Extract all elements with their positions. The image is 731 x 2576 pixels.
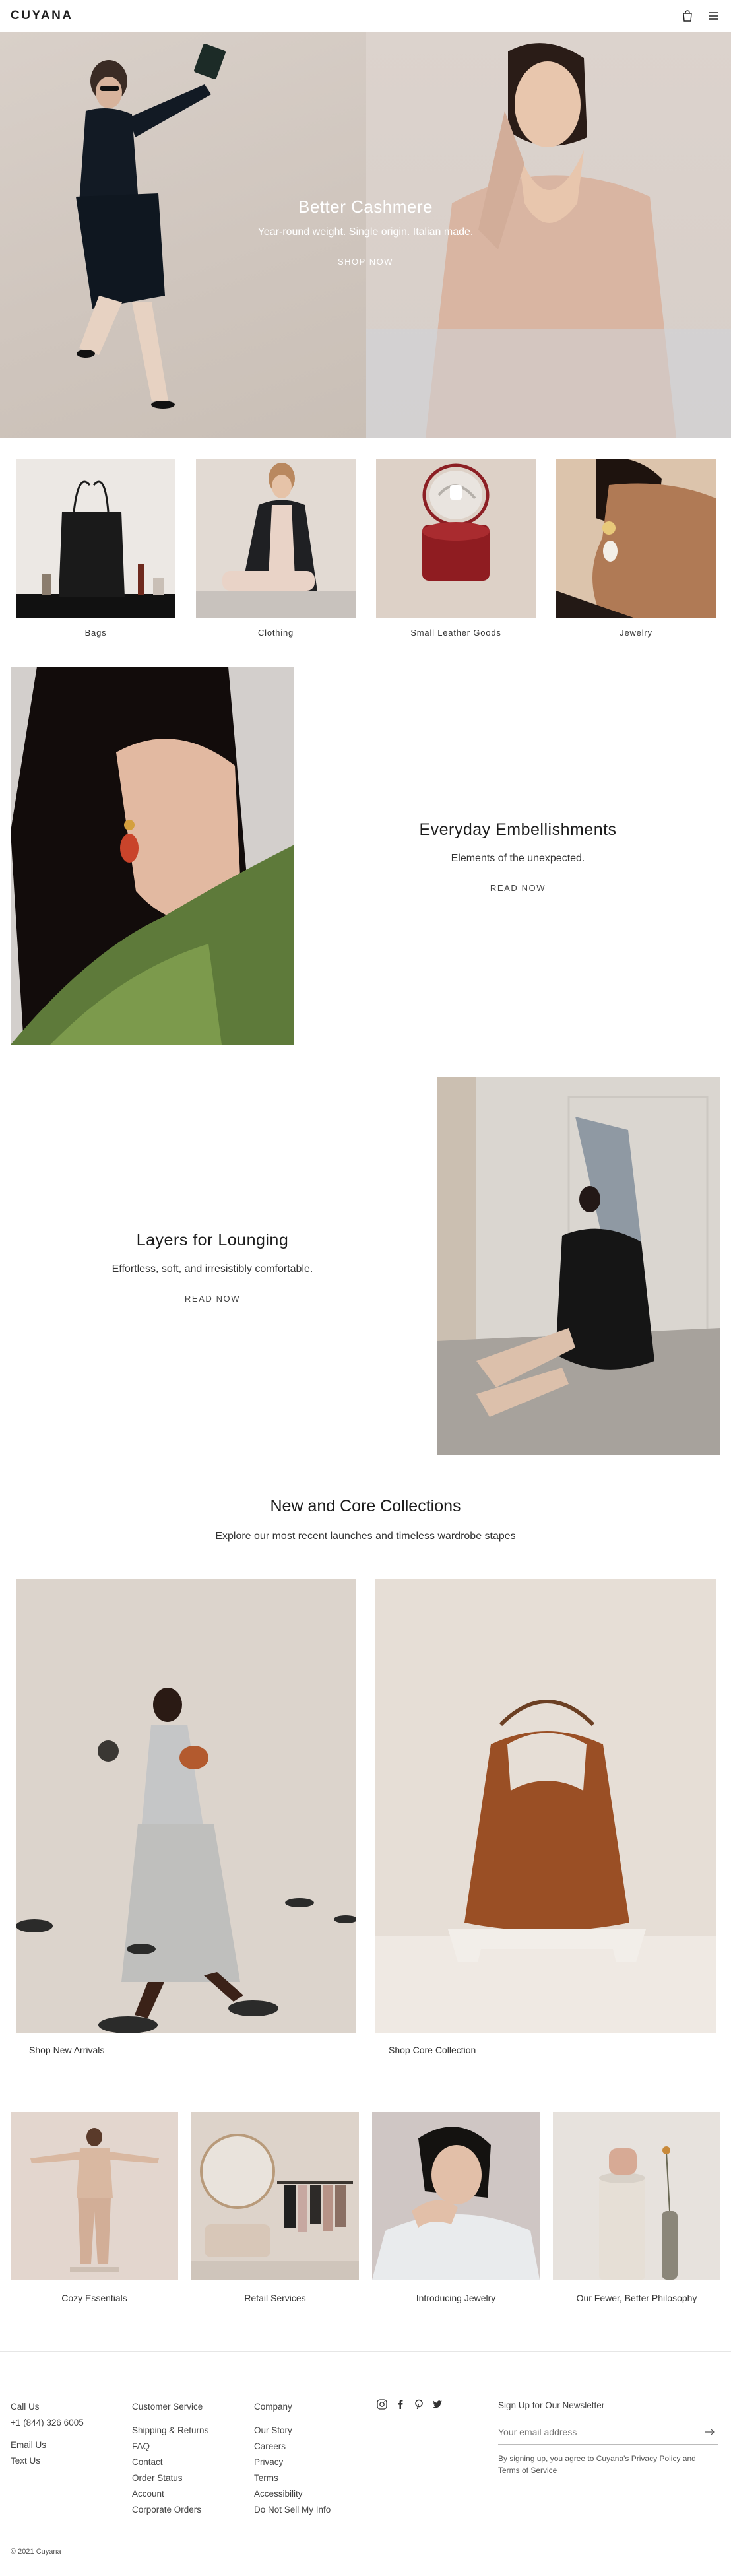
facebook-icon[interactable] xyxy=(395,2398,406,2410)
category-image xyxy=(556,459,716,618)
editorial-title: Layers for Lounging xyxy=(136,1231,289,1249)
editorial-subtitle: Elements of the unexpected. xyxy=(451,853,585,864)
footer-divider xyxy=(0,2351,731,2352)
text-us-link[interactable]: Text Us xyxy=(11,2453,84,2469)
privacy-policy-link[interactable]: Privacy Policy xyxy=(631,2454,681,2463)
footer-link[interactable]: Privacy xyxy=(254,2455,331,2470)
phone-number[interactable]: +1 (844) 326 6005 xyxy=(11,2415,84,2431)
footer-link[interactable]: Contact xyxy=(132,2455,208,2470)
collections-heading: New and Core Collections Explore our mos… xyxy=(0,1497,731,1542)
newsletter-legal: By signing up, you agree to Cuyana's Pri… xyxy=(498,2453,718,2476)
collection-tile-new-arrivals[interactable]: Shop New Arrivals xyxy=(16,1579,356,2055)
read-now-link[interactable]: READ NOW xyxy=(185,1294,240,1304)
footer-link[interactable]: Careers xyxy=(254,2439,331,2455)
editorial-text-embellishments: Everyday Embellishments Elements of the … xyxy=(366,820,670,894)
editorial-subtitle: Effortless, soft, and irresistibly comfo… xyxy=(111,1263,313,1274)
newsletter-email-row xyxy=(498,2422,718,2445)
logo[interactable]: CUYANA xyxy=(11,9,73,23)
footer-heading: Company xyxy=(254,2402,292,2412)
legal-text: By signing up, you agree to Cuyana's xyxy=(498,2454,629,2463)
shop-now-link[interactable]: SHOP NOW xyxy=(338,257,393,267)
hero-title: Better Cashmere xyxy=(298,197,433,216)
footer-link[interactable]: Corporate Orders xyxy=(132,2502,208,2518)
category-image xyxy=(16,459,175,618)
collection-label: Shop Core Collection xyxy=(389,2045,476,2055)
hero-banner[interactable]: Better Cashmere Year-round weight. Singl… xyxy=(0,32,731,438)
footer-contact: Call Us +1 (844) 326 6005 Email Us Text … xyxy=(11,2399,84,2469)
newsletter-heading: Sign Up for Our Newsletter xyxy=(498,2400,605,2410)
category-label: Jewelry xyxy=(620,628,652,638)
read-now-link[interactable]: READ NOW xyxy=(490,883,546,893)
category-label: Bags xyxy=(84,628,107,638)
category-tile-bags[interactable]: Bags xyxy=(16,459,175,638)
collections-title: New and Core Collections xyxy=(270,1497,461,1515)
category-label: Small Leather Goods xyxy=(410,628,501,638)
newsletter-signup: Sign Up for Our Newsletter By signing up… xyxy=(498,2400,718,2476)
service-label: Cozy Essentials xyxy=(61,2293,127,2303)
footer-customer-service: Customer Service Shipping & Returns FAQ … xyxy=(132,2399,208,2518)
call-us-link[interactable]: Call Us xyxy=(11,2399,84,2415)
footer-link[interactable]: Accessibility xyxy=(254,2486,331,2502)
category-image xyxy=(376,459,536,618)
collection-label: Shop New Arrivals xyxy=(29,2045,105,2055)
category-tile-clothing[interactable]: Clothing xyxy=(196,459,356,638)
editorial-image-embellishments[interactable] xyxy=(11,667,294,1045)
category-image xyxy=(196,459,356,618)
twitter-icon[interactable] xyxy=(431,2398,443,2410)
site-header: CUYANA xyxy=(0,0,731,32)
footer-link[interactable]: Shipping & Returns xyxy=(132,2423,208,2439)
category-label: Clothing xyxy=(257,628,294,638)
service-tile-cozy-essentials[interactable]: Cozy Essentials xyxy=(11,2112,178,2305)
service-label: Our Fewer, Better Philosophy xyxy=(576,2293,697,2303)
shopping-bag-icon[interactable] xyxy=(681,9,694,22)
editorial-image-lounging[interactable] xyxy=(437,1077,720,1455)
terms-of-service-link[interactable]: Terms of Service xyxy=(498,2466,557,2475)
copyright: © 2021 Cuyana xyxy=(11,2548,61,2556)
instagram-icon[interactable] xyxy=(376,2398,388,2410)
collection-tile-core[interactable]: Shop Core Collection xyxy=(375,1579,716,2055)
footer-heading: Customer Service xyxy=(132,2402,203,2412)
category-tile-jewelry[interactable]: Jewelry xyxy=(556,459,716,638)
footer-link[interactable]: Do Not Sell My Info xyxy=(254,2502,331,2518)
collections-subtitle: Explore our most recent launches and tim… xyxy=(215,1531,516,1542)
newsletter-email-input[interactable] xyxy=(498,2422,689,2442)
editorial-text-lounging: Layers for Lounging Effortless, soft, an… xyxy=(61,1231,364,1305)
collection-image xyxy=(375,1579,716,2033)
footer-link[interactable]: Our Story xyxy=(254,2423,331,2439)
collection-image xyxy=(16,1579,356,2033)
hamburger-menu-icon[interactable] xyxy=(707,9,720,22)
editorial-title: Everyday Embellishments xyxy=(419,820,617,839)
hero-subtitle: Year-round weight. Single origin. Italia… xyxy=(257,226,474,238)
service-tile-philosophy[interactable]: Our Fewer, Better Philosophy xyxy=(553,2112,720,2305)
hero-text: Better Cashmere Year-round weight. Singl… xyxy=(0,197,731,268)
service-label: Retail Services xyxy=(244,2293,306,2303)
footer-link[interactable]: Terms xyxy=(254,2470,331,2486)
service-image xyxy=(191,2112,359,2280)
service-image xyxy=(372,2112,540,2280)
pinterest-icon[interactable] xyxy=(413,2398,425,2410)
footer-link[interactable]: Account xyxy=(132,2486,208,2502)
arrow-right-icon[interactable] xyxy=(704,2426,716,2438)
footer-link[interactable]: Order Status xyxy=(132,2470,208,2486)
service-tile-introducing-jewelry[interactable]: Introducing Jewelry xyxy=(372,2112,540,2305)
legal-and: and xyxy=(682,2454,696,2463)
footer-company: Company Our Story Careers Privacy Terms … xyxy=(254,2399,331,2518)
footer-link[interactable]: FAQ xyxy=(132,2439,208,2455)
service-label: Introducing Jewelry xyxy=(416,2293,496,2303)
service-tile-retail-services[interactable]: Retail Services xyxy=(191,2112,359,2305)
email-us-link[interactable]: Email Us xyxy=(11,2437,84,2453)
service-image xyxy=(11,2112,178,2280)
service-image xyxy=(553,2112,720,2280)
category-tile-small-leather-goods[interactable]: Small Leather Goods xyxy=(376,459,536,638)
